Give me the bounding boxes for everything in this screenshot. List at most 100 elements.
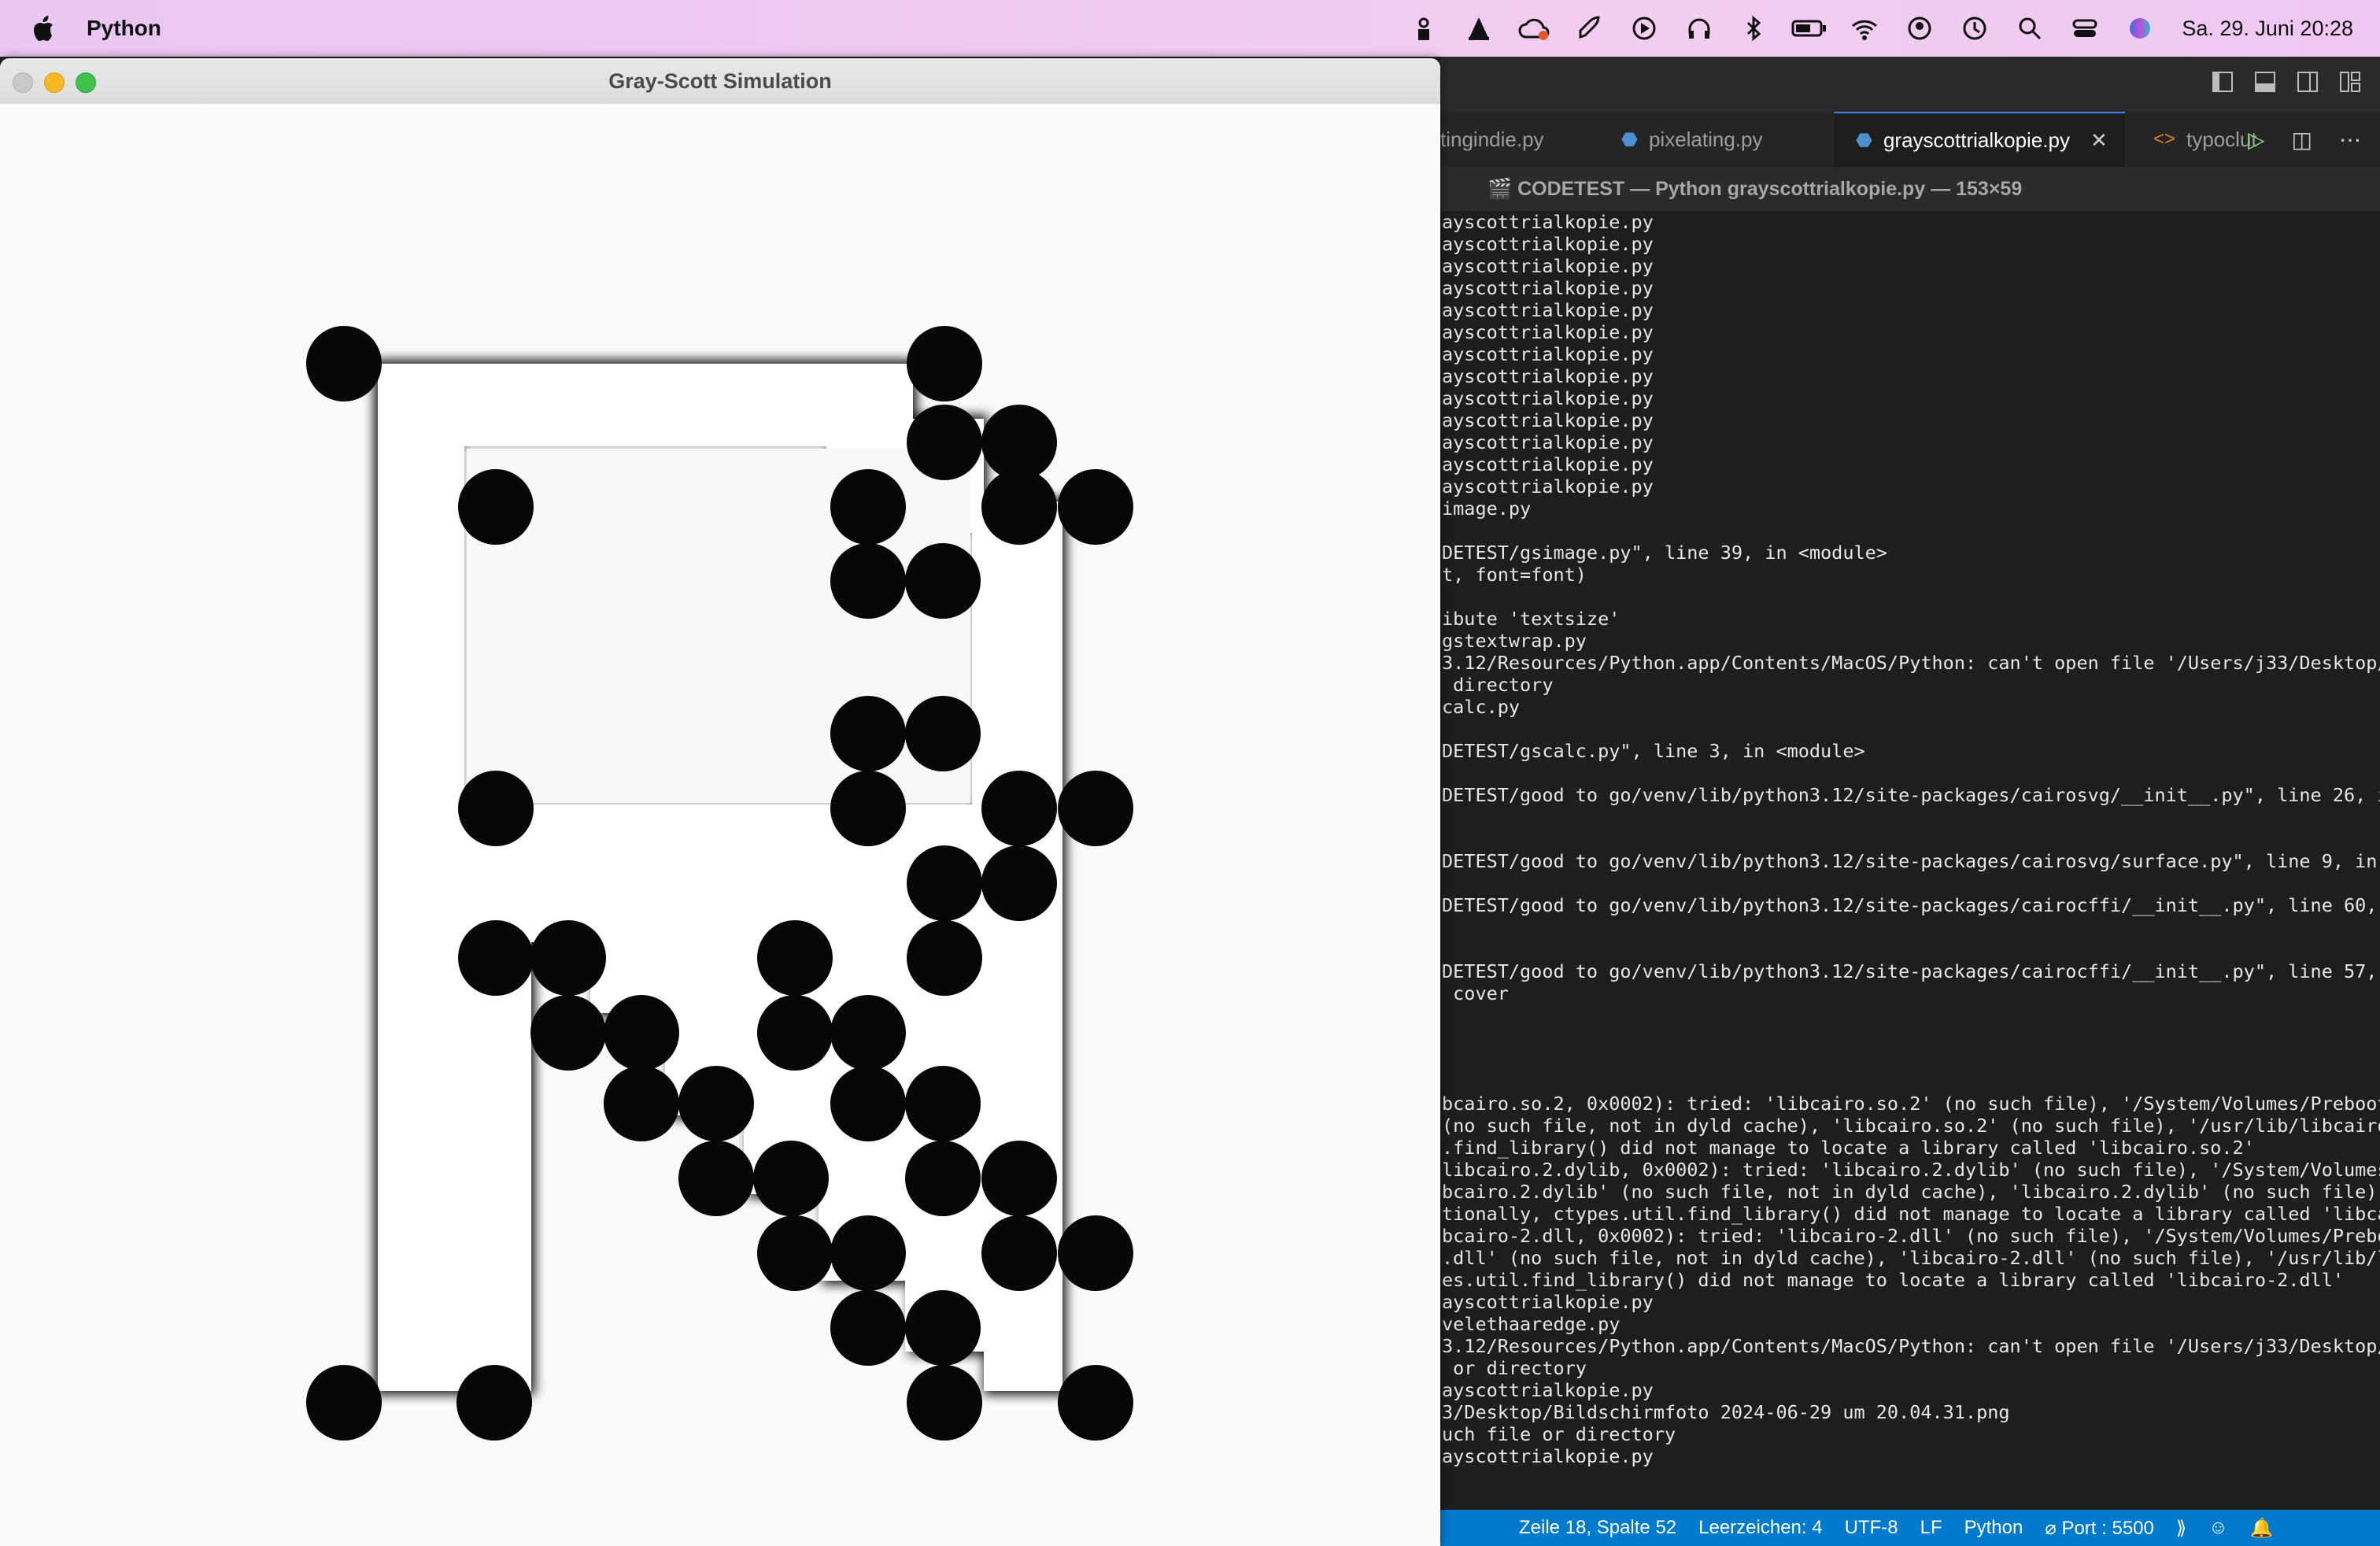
gray-scott-title: Gray-Scott Simulation [608,69,832,93]
apple-icon[interactable] [30,15,57,42]
more-actions-icon[interactable]: ⋯ [2339,127,2361,153]
terminal-line: DETEST/good to go/venv/lib/python3.12/si… [1442,850,2380,872]
reaction-spot [830,1215,906,1291]
status-cursor-position[interactable]: Zeile 18, Spalte 52 [1519,1517,1676,1539]
html-icon: <> [2153,128,2176,150]
reaction-spot [905,1290,981,1366]
customize-layout-icon[interactable] [2339,71,2361,93]
vscode-titlebar [1440,57,2380,112]
terminal-line: velethaaredge.py [1442,1313,1621,1335]
terminal-line: ayscottrialkopie.py [1442,387,1654,409]
terminal-line: 3.12/Resources/Python.app/Contents/MacOS… [1442,652,2380,674]
reaction-spot [905,543,981,619]
terminal-line: directory [1442,674,1554,696]
status-indentation[interactable]: Leerzeichen: 4 [1698,1517,1822,1539]
python-icon: ⬣ [1621,128,1638,150]
status-language[interactable]: Python [1964,1517,2023,1539]
creative-cloud-icon[interactable] [1506,0,1561,57]
accounts-icon[interactable]: ☺ [2208,1517,2228,1539]
control-center-icon[interactable] [2057,0,2112,57]
run-python-icon[interactable]: ▷ [2248,127,2265,153]
app-menu-name[interactable]: Python [87,16,161,41]
vlc-icon[interactable] [1451,0,1506,57]
rocket-icon[interactable] [1561,0,1617,57]
terminal-line: cover [1442,982,1509,1004]
terminal-line: ayscottrialkopie.py [1442,211,1654,233]
terminal-line: ayscottrialkopie.py [1442,453,1654,475]
reaction-spot [757,920,833,996]
tab-label: pixelating.py [1648,127,1763,151]
siri-icon[interactable] [2112,0,2168,57]
terminal-line: ayscottrialkopie.py [1442,1379,1654,1401]
notifications-icon[interactable]: 🔔 [2250,1517,2274,1540]
reaction-spot [907,405,982,480]
reaction-spot [907,326,982,401]
split-editor-icon[interactable]: ◫ [2292,127,2312,153]
reaction-spot [753,1141,829,1216]
tab-label: typoclut [2186,127,2257,151]
terminal-line: calc.py [1442,696,1521,718]
reaction-spot [981,771,1057,846]
user-icon[interactable] [1892,0,1947,57]
toggle-primary-sidebar-icon[interactable] [2212,71,2234,93]
python-icon: ⬣ [1856,129,1872,151]
toggle-panel-icon[interactable] [2254,71,2276,93]
terminal-line: ayscottrialkopie.py [1442,321,1654,343]
reaction-spot [306,1365,382,1441]
formatter-icon[interactable]: ⟫ [2176,1517,2186,1540]
wifi-icon[interactable] [1837,0,1892,57]
reaction-spot [981,1215,1057,1291]
bluetooth-icon[interactable] [1727,0,1782,57]
terminal-line: .find_library() did not manage to locate… [1442,1137,2255,1159]
reaction-spot [757,995,833,1071]
gray-scott-titlebar[interactable]: Gray-Scott Simulation [0,58,1440,105]
tab-pixelating[interactable]: ⬣ pixelating.py [1621,112,1826,167]
reaction-spot [757,1215,833,1291]
terminal-title: 🎬 CODETEST — Python grayscottrialkopie.p… [1440,167,2380,211]
status-live-server-port[interactable]: ⌀ Port : 5500 [2045,1517,2154,1540]
terminal-line: ibute 'textsize' [1442,608,1621,630]
terminal-line: es.util.find_library() did not manage to… [1442,1269,2345,1291]
reaction-spot [458,469,534,545]
terminal-line: DETEST/good to go/venv/lib/python3.12/si… [1442,894,2380,916]
terminal-line: DETEST/good to go/venv/lib/python3.12/si… [1442,960,2380,982]
terminal-line: gstextwrap.py [1442,630,1587,652]
terminal-line: ayscottrialkopie.py [1442,1445,1654,1467]
reaction-spot [458,920,534,996]
reaction-spot [604,995,679,1071]
menu-bar: Python Sa. 29. Juni 20:28 [0,0,2380,57]
terminal-line: ayscottrialkopie.py [1442,1291,1654,1313]
terminal-line: 3.12/Resources/Python.app/Contents/MacOS… [1442,1335,2380,1357]
terminal-line: bcairo.so.2, 0x0002): tried: 'libcairo.s… [1442,1093,2380,1115]
time-machine-icon[interactable] [1947,0,2002,57]
status-encoding[interactable]: UTF-8 [1845,1517,1898,1539]
tab-tingindie[interactable]: tingindie.py [1440,112,1598,167]
search-icon[interactable] [2002,0,2057,57]
toggle-secondary-sidebar-icon[interactable] [2297,71,2319,93]
reaction-spot [678,1066,754,1141]
terminal-output[interactable]: ayscottrialkopie.py ayscottrialkopie.py ay… [1440,211,2380,1510]
close-icon[interactable]: ✕ [2090,128,2108,153]
reaction-spot [1058,469,1133,545]
status-eol[interactable]: LF [1920,1517,1942,1539]
reaction-spot [530,920,606,996]
headphones-icon[interactable] [1672,0,1727,57]
simulation-canvas[interactable] [0,104,1440,1546]
airdrop-icon[interactable] [1396,0,1451,57]
reaction-spot [530,995,606,1071]
tab-grayscottrialkopie[interactable]: ⬣ grayscottrialkopie.py ✕ [1834,112,2125,167]
gray-scott-window: Gray-Scott Simulation [0,58,1440,1546]
terminal-line: 3/Desktop/Bildschirmfoto 2024-06-29 um 2… [1442,1401,2010,1423]
reaction-spot [981,1141,1057,1216]
terminal-line: ayscottrialkopie.py [1442,233,1654,255]
menu-bar-clock[interactable]: Sa. 29. Juni 20:28 [2182,17,2353,41]
play-icon[interactable] [1617,0,1672,57]
battery-icon[interactable] [1782,0,1837,57]
